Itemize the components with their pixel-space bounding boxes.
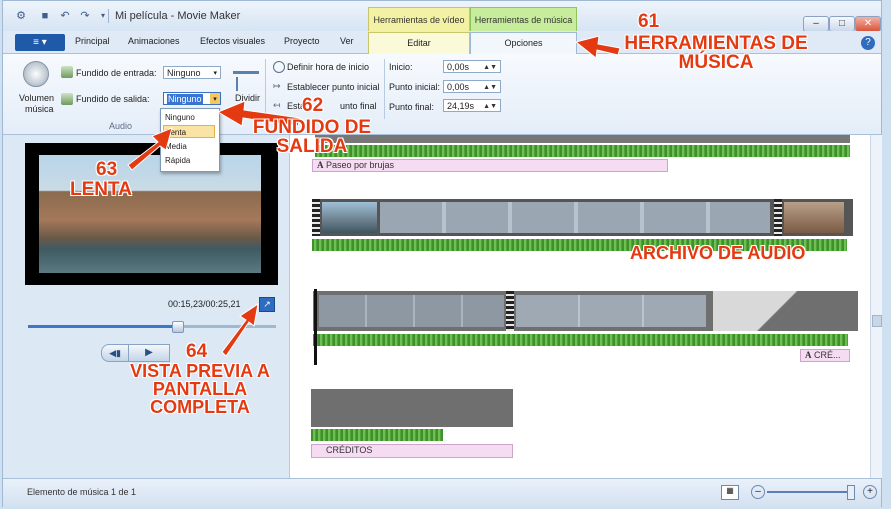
annotation-62-number: 62	[302, 95, 324, 116]
annotation-64-text: VISTA PREVIA A PANTALLA COMPLETA	[130, 361, 270, 417]
annotation-63-text: LENTA	[70, 179, 132, 200]
annotation-64-number: 64	[186, 341, 208, 362]
annotation-62-text: FUNDIDO DE SALIDA	[252, 117, 372, 157]
annotation-audio-file: ARCHIVO DE AUDIO	[630, 243, 806, 263]
arrow-61	[574, 35, 621, 59]
arrow-63	[127, 127, 173, 171]
annotation-63-number: 63	[96, 159, 118, 180]
arrow-64	[221, 302, 259, 357]
annotation-61-text: HERRAMIENTAS DE MÚSICA	[624, 33, 808, 73]
annotation-61-number: 61	[638, 11, 660, 32]
